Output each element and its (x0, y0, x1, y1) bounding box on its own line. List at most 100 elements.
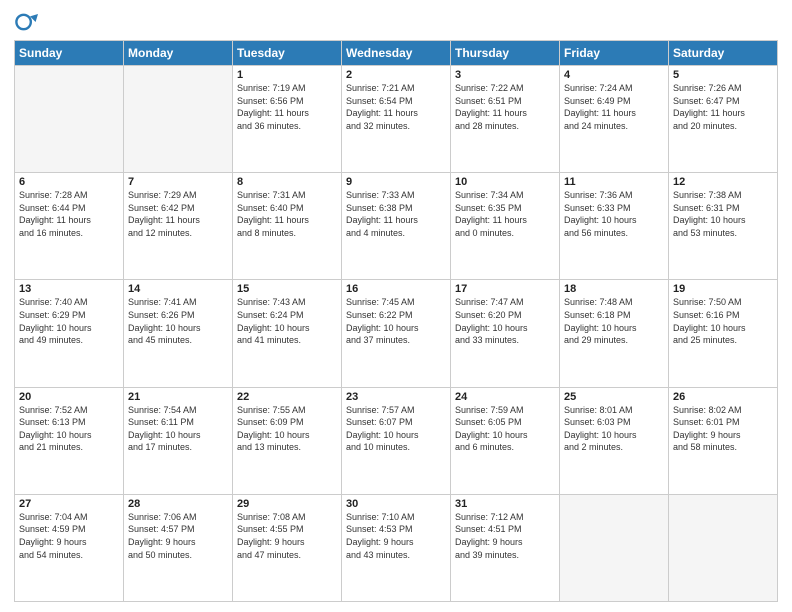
day-info: Sunrise: 7:34 AM Sunset: 6:35 PM Dayligh… (455, 189, 555, 239)
day-number: 19 (673, 283, 773, 295)
calendar-cell: 29Sunrise: 7:08 AM Sunset: 4:55 PM Dayli… (233, 494, 342, 601)
day-info: Sunrise: 7:24 AM Sunset: 6:49 PM Dayligh… (564, 82, 664, 132)
day-info: Sunrise: 7:33 AM Sunset: 6:38 PM Dayligh… (346, 189, 446, 239)
day-number: 31 (455, 498, 555, 510)
day-number: 14 (128, 283, 228, 295)
week-row-3: 13Sunrise: 7:40 AM Sunset: 6:29 PM Dayli… (15, 280, 778, 387)
calendar-cell: 30Sunrise: 7:10 AM Sunset: 4:53 PM Dayli… (342, 494, 451, 601)
day-info: Sunrise: 7:26 AM Sunset: 6:47 PM Dayligh… (673, 82, 773, 132)
day-info: Sunrise: 7:57 AM Sunset: 6:07 PM Dayligh… (346, 404, 446, 454)
calendar-cell: 24Sunrise: 7:59 AM Sunset: 6:05 PM Dayli… (451, 387, 560, 494)
day-info: Sunrise: 8:01 AM Sunset: 6:03 PM Dayligh… (564, 404, 664, 454)
day-number: 26 (673, 391, 773, 403)
calendar-cell: 5Sunrise: 7:26 AM Sunset: 6:47 PM Daylig… (669, 66, 778, 173)
calendar-cell: 14Sunrise: 7:41 AM Sunset: 6:26 PM Dayli… (124, 280, 233, 387)
calendar-cell: 21Sunrise: 7:54 AM Sunset: 6:11 PM Dayli… (124, 387, 233, 494)
day-number: 1 (237, 69, 337, 81)
day-info: Sunrise: 7:08 AM Sunset: 4:55 PM Dayligh… (237, 511, 337, 561)
logo-icon (14, 10, 38, 34)
day-info: Sunrise: 7:40 AM Sunset: 6:29 PM Dayligh… (19, 296, 119, 346)
weekday-header-wednesday: Wednesday (342, 41, 451, 66)
day-number: 17 (455, 283, 555, 295)
day-number: 12 (673, 176, 773, 188)
weekday-header-thursday: Thursday (451, 41, 560, 66)
day-number: 24 (455, 391, 555, 403)
day-number: 7 (128, 176, 228, 188)
day-info: Sunrise: 7:28 AM Sunset: 6:44 PM Dayligh… (19, 189, 119, 239)
calendar-cell: 16Sunrise: 7:45 AM Sunset: 6:22 PM Dayli… (342, 280, 451, 387)
calendar-cell: 20Sunrise: 7:52 AM Sunset: 6:13 PM Dayli… (15, 387, 124, 494)
calendar-cell: 4Sunrise: 7:24 AM Sunset: 6:49 PM Daylig… (560, 66, 669, 173)
calendar-cell: 19Sunrise: 7:50 AM Sunset: 6:16 PM Dayli… (669, 280, 778, 387)
calendar-cell: 1Sunrise: 7:19 AM Sunset: 6:56 PM Daylig… (233, 66, 342, 173)
day-number: 5 (673, 69, 773, 81)
day-number: 28 (128, 498, 228, 510)
page: SundayMondayTuesdayWednesdayThursdayFrid… (0, 0, 792, 612)
day-number: 21 (128, 391, 228, 403)
day-info: Sunrise: 7:45 AM Sunset: 6:22 PM Dayligh… (346, 296, 446, 346)
calendar-cell (669, 494, 778, 601)
header (14, 10, 778, 34)
day-info: Sunrise: 7:06 AM Sunset: 4:57 PM Dayligh… (128, 511, 228, 561)
day-number: 16 (346, 283, 446, 295)
day-number: 18 (564, 283, 664, 295)
calendar-cell: 7Sunrise: 7:29 AM Sunset: 6:42 PM Daylig… (124, 173, 233, 280)
day-number: 23 (346, 391, 446, 403)
day-info: Sunrise: 7:55 AM Sunset: 6:09 PM Dayligh… (237, 404, 337, 454)
day-info: Sunrise: 7:36 AM Sunset: 6:33 PM Dayligh… (564, 189, 664, 239)
calendar-table: SundayMondayTuesdayWednesdayThursdayFrid… (14, 40, 778, 602)
day-info: Sunrise: 7:21 AM Sunset: 6:54 PM Dayligh… (346, 82, 446, 132)
calendar-cell: 3Sunrise: 7:22 AM Sunset: 6:51 PM Daylig… (451, 66, 560, 173)
calendar-cell: 11Sunrise: 7:36 AM Sunset: 6:33 PM Dayli… (560, 173, 669, 280)
calendar-cell: 10Sunrise: 7:34 AM Sunset: 6:35 PM Dayli… (451, 173, 560, 280)
logo (14, 10, 40, 34)
day-number: 20 (19, 391, 119, 403)
calendar-cell: 8Sunrise: 7:31 AM Sunset: 6:40 PM Daylig… (233, 173, 342, 280)
day-info: Sunrise: 7:47 AM Sunset: 6:20 PM Dayligh… (455, 296, 555, 346)
day-number: 22 (237, 391, 337, 403)
day-number: 27 (19, 498, 119, 510)
calendar-cell: 23Sunrise: 7:57 AM Sunset: 6:07 PM Dayli… (342, 387, 451, 494)
day-info: Sunrise: 7:22 AM Sunset: 6:51 PM Dayligh… (455, 82, 555, 132)
day-number: 9 (346, 176, 446, 188)
week-row-5: 27Sunrise: 7:04 AM Sunset: 4:59 PM Dayli… (15, 494, 778, 601)
weekday-header-monday: Monday (124, 41, 233, 66)
calendar-cell (15, 66, 124, 173)
day-info: Sunrise: 7:04 AM Sunset: 4:59 PM Dayligh… (19, 511, 119, 561)
day-info: Sunrise: 7:50 AM Sunset: 6:16 PM Dayligh… (673, 296, 773, 346)
day-info: Sunrise: 7:31 AM Sunset: 6:40 PM Dayligh… (237, 189, 337, 239)
day-info: Sunrise: 7:54 AM Sunset: 6:11 PM Dayligh… (128, 404, 228, 454)
day-info: Sunrise: 7:41 AM Sunset: 6:26 PM Dayligh… (128, 296, 228, 346)
day-info: Sunrise: 7:19 AM Sunset: 6:56 PM Dayligh… (237, 82, 337, 132)
calendar-cell: 18Sunrise: 7:48 AM Sunset: 6:18 PM Dayli… (560, 280, 669, 387)
calendar-cell: 6Sunrise: 7:28 AM Sunset: 6:44 PM Daylig… (15, 173, 124, 280)
calendar-cell: 22Sunrise: 7:55 AM Sunset: 6:09 PM Dayli… (233, 387, 342, 494)
weekday-header-saturday: Saturday (669, 41, 778, 66)
day-number: 11 (564, 176, 664, 188)
week-row-1: 1Sunrise: 7:19 AM Sunset: 6:56 PM Daylig… (15, 66, 778, 173)
day-number: 6 (19, 176, 119, 188)
day-info: Sunrise: 7:10 AM Sunset: 4:53 PM Dayligh… (346, 511, 446, 561)
day-number: 15 (237, 283, 337, 295)
weekday-header-row: SundayMondayTuesdayWednesdayThursdayFrid… (15, 41, 778, 66)
day-info: Sunrise: 7:12 AM Sunset: 4:51 PM Dayligh… (455, 511, 555, 561)
calendar-cell: 28Sunrise: 7:06 AM Sunset: 4:57 PM Dayli… (124, 494, 233, 601)
day-info: Sunrise: 7:43 AM Sunset: 6:24 PM Dayligh… (237, 296, 337, 346)
calendar-cell: 13Sunrise: 7:40 AM Sunset: 6:29 PM Dayli… (15, 280, 124, 387)
day-number: 10 (455, 176, 555, 188)
weekday-header-friday: Friday (560, 41, 669, 66)
day-info: Sunrise: 7:52 AM Sunset: 6:13 PM Dayligh… (19, 404, 119, 454)
calendar-cell: 25Sunrise: 8:01 AM Sunset: 6:03 PM Dayli… (560, 387, 669, 494)
day-info: Sunrise: 7:29 AM Sunset: 6:42 PM Dayligh… (128, 189, 228, 239)
day-number: 8 (237, 176, 337, 188)
day-info: Sunrise: 7:59 AM Sunset: 6:05 PM Dayligh… (455, 404, 555, 454)
day-number: 3 (455, 69, 555, 81)
weekday-header-sunday: Sunday (15, 41, 124, 66)
day-number: 4 (564, 69, 664, 81)
day-number: 25 (564, 391, 664, 403)
calendar-cell: 15Sunrise: 7:43 AM Sunset: 6:24 PM Dayli… (233, 280, 342, 387)
calendar-cell: 31Sunrise: 7:12 AM Sunset: 4:51 PM Dayli… (451, 494, 560, 601)
calendar-cell: 12Sunrise: 7:38 AM Sunset: 6:31 PM Dayli… (669, 173, 778, 280)
week-row-2: 6Sunrise: 7:28 AM Sunset: 6:44 PM Daylig… (15, 173, 778, 280)
calendar-cell: 27Sunrise: 7:04 AM Sunset: 4:59 PM Dayli… (15, 494, 124, 601)
